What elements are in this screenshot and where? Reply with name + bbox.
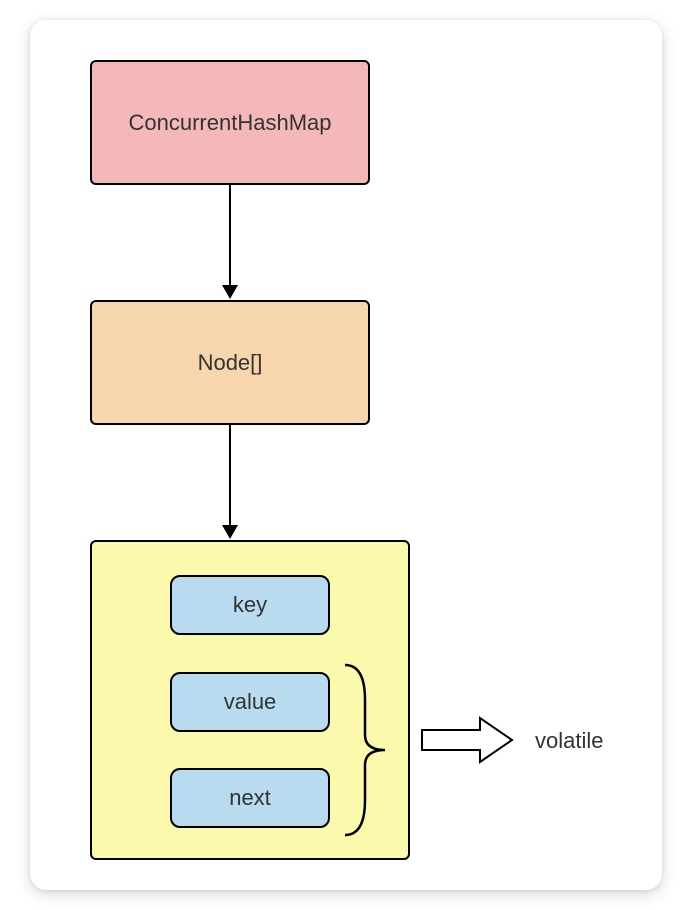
node-array-box: Node[] <box>90 300 370 425</box>
diagram-container: ConcurrentHashMap Node[] key value next … <box>30 20 662 890</box>
next-field-box: next <box>170 768 330 828</box>
arrow-middle-to-bottom-head <box>222 525 238 539</box>
value-field-label: value <box>224 689 277 715</box>
concurrent-hashmap-box: ConcurrentHashMap <box>90 60 370 185</box>
arrow-top-to-middle-head <box>222 285 238 299</box>
key-field-box: key <box>170 575 330 635</box>
arrow-top-to-middle-line <box>229 185 231 285</box>
arrow-middle-to-bottom-line <box>229 425 231 525</box>
next-field-label: next <box>229 785 271 811</box>
key-field-label: key <box>233 592 267 618</box>
value-field-box: value <box>170 672 330 732</box>
curly-brace-icon <box>340 660 400 840</box>
volatile-arrow-icon <box>420 714 515 766</box>
concurrent-hashmap-label: ConcurrentHashMap <box>129 110 332 136</box>
node-array-label: Node[] <box>198 350 263 376</box>
volatile-annotation: volatile <box>535 728 603 754</box>
